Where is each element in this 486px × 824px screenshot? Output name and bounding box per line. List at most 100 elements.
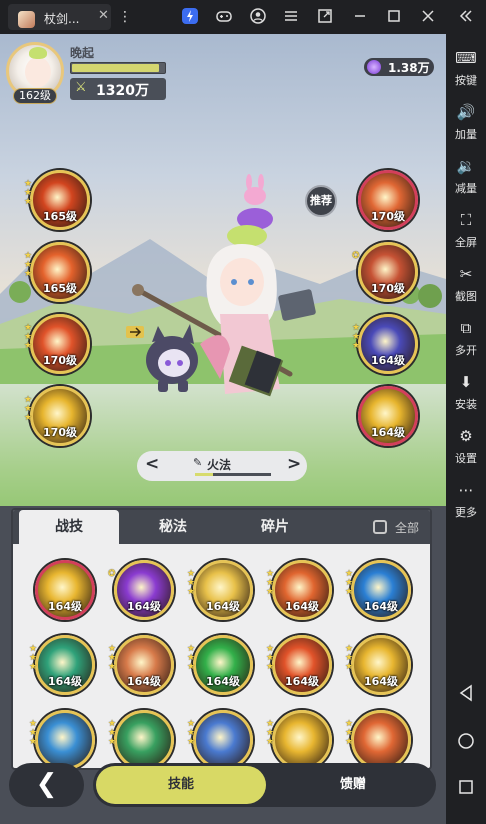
skill-card-2[interactable]: 164级 [114, 560, 174, 620]
star-rank-icon: ✪ [108, 569, 116, 579]
filter-all-checkbox[interactable] [373, 520, 387, 534]
tab-fragments[interactable]: 碎片 [225, 510, 325, 544]
skill-card-15[interactable] [351, 710, 411, 768]
bolt-icon[interactable] [180, 7, 200, 27]
star-rank-icon: ★ ★ ★ [24, 179, 33, 207]
sidebar-volume-down[interactable]: 🔉 减量 [446, 154, 486, 204]
sidebar-apk-install[interactable]: ⬇ 安装 [446, 370, 486, 420]
game-screen: 162级 晚起 ⚔ 1320万 1.38万 165级 ★ ★ ★ 165级 ★ ★ ★… [0, 34, 446, 824]
star-rank-icon: ✪ [352, 251, 360, 261]
star-rank-icon: ★ ★ ★ [266, 644, 275, 672]
skill-level-label: 165级 [43, 282, 77, 295]
back-button[interactable]: ❮ [9, 763, 84, 807]
player-level-badge: 162级 [13, 88, 57, 104]
skill-level-label: 164级 [364, 600, 398, 613]
combat-power-value: 1320万 [96, 83, 149, 99]
user-icon[interactable] [248, 7, 268, 27]
skill-level-label: 164级 [206, 675, 240, 688]
skill-card-9[interactable]: 164级 [272, 635, 332, 695]
skill-card-4[interactable]: 164级 [272, 560, 332, 620]
skill-panel: 战技 秘法 碎片 全部 164级 164级 ✪ 164级 ★ ★ ★ 164级 ★ ★ ★ 1… [11, 508, 432, 770]
sidebar-label: 设置 [455, 452, 477, 465]
sidebar-more[interactable]: ⋯ 更多 [446, 478, 486, 528]
equipped-right-slot-3[interactable]: 164级 [358, 314, 418, 374]
star-rank-icon: ★ ★ ★ [187, 644, 196, 672]
equipped-right-slot-4[interactable]: 164级 [358, 386, 418, 446]
school-prev-button[interactable]: < [145, 454, 159, 474]
more-icon: ⋯ [458, 481, 474, 499]
sidebar-volume-up[interactable]: 🔊 加量 [446, 100, 486, 150]
equipped-left-slot-3[interactable]: 170级 [30, 314, 90, 374]
skill-level-label: 164级 [364, 675, 398, 688]
keyboard-icon: ⌨ [455, 49, 477, 67]
gem-icon [367, 60, 381, 74]
equipped-right-slot-2[interactable]: 170级 [358, 242, 418, 302]
school-page-active [195, 473, 213, 476]
window-share-icon[interactable] [315, 7, 335, 27]
maximize-icon[interactable] [384, 7, 404, 27]
fullscreen-icon: ⛶ [460, 211, 472, 229]
sidebar-label: 更多 [455, 506, 477, 519]
skill-card-5[interactable]: 164级 [351, 560, 411, 620]
tab-close-icon[interactable]: ✕ [98, 8, 109, 23]
exp-bar-fill [72, 64, 159, 72]
apk-install-icon: ⬇ [459, 373, 473, 391]
currency-value: 1.38万 [388, 61, 430, 75]
tab-secret-arts[interactable]: 秘法 [123, 510, 223, 544]
combat-power-box: ⚔ 1320万 [70, 78, 166, 100]
skill-level-label: 170级 [43, 354, 77, 367]
skill-card-6[interactable]: 164级 [35, 635, 95, 695]
recents-nav-icon[interactable] [446, 779, 486, 799]
equipped-left-slot-2[interactable]: 165级 [30, 242, 90, 302]
skill-card-7[interactable]: 164级 [114, 635, 174, 695]
panel-tab-bar: 战技 秘法 碎片 全部 [13, 510, 430, 544]
sidebar-scissors[interactable]: ✂ 截图 [446, 262, 486, 312]
bottom-tab-bar: 技能 馈赠 [93, 763, 436, 807]
skill-level-label: 164级 [285, 675, 319, 688]
emulator-sidebar: ⌨ 按键 🔊 加量 🔉 减量 ⛶ 全屏 ✂ 截图 ⧉ 多开 ⬇ 安装 ⚙ 设置 ⋯ 更多 [446, 34, 486, 824]
skill-card-14[interactable] [272, 710, 332, 768]
pet-character [126, 324, 198, 392]
avatar-face [25, 57, 51, 87]
close-icon[interactable] [418, 7, 438, 27]
skill-card-11[interactable] [35, 710, 95, 768]
equipped-left-slot-4[interactable]: 170级 [30, 386, 90, 446]
gift-tab-button[interactable]: 馈赠 [273, 766, 433, 804]
sidebar-label: 安装 [455, 398, 477, 411]
tab-combat-skills[interactable]: 战技 [19, 510, 119, 544]
skill-level-label: 164级 [371, 354, 405, 367]
skill-level-label: 170级 [43, 426, 77, 439]
gamepad-icon[interactable] [214, 7, 234, 27]
skill-level-label: 164级 [48, 600, 82, 613]
skill-level-label: 164级 [285, 600, 319, 613]
school-next-button[interactable]: > [287, 454, 301, 474]
skill-level-label: 164级 [371, 426, 405, 439]
currency-counter[interactable]: 1.38万 [364, 58, 434, 76]
equipped-left-slot-1[interactable]: 165级 [30, 170, 90, 230]
sidebar-keyboard[interactable]: ⌨ 按键 [446, 46, 486, 96]
collapse-icon[interactable] [456, 7, 476, 27]
skill-card-12[interactable] [114, 710, 174, 768]
skill-card-8[interactable]: 164级 [193, 635, 253, 695]
hamburger-icon[interactable] [281, 7, 301, 27]
skill-tab-button[interactable]: 技能 [96, 766, 266, 804]
app-tab[interactable]: 杖剑... ✕ [8, 4, 111, 30]
back-nav-icon[interactable] [446, 684, 486, 706]
sidebar-multi-instance[interactable]: ⧉ 多开 [446, 316, 486, 366]
star-rank-icon: ★ ★ ★ [29, 719, 38, 747]
pencil-icon: ✎ [193, 456, 203, 469]
sidebar-settings[interactable]: ⚙ 设置 [446, 424, 486, 474]
skill-card-3[interactable]: 164级 [193, 560, 253, 620]
star-rank-icon: ★ ★ ★ [24, 323, 33, 351]
skill-card-10[interactable]: 164级 [351, 635, 411, 695]
skill-card-13[interactable] [193, 710, 253, 768]
star-rank-icon: ★ ★ ★ [345, 569, 354, 597]
sidebar-fullscreen[interactable]: ⛶ 全屏 [446, 208, 486, 258]
minimize-icon[interactable] [350, 7, 370, 27]
menu-dots-icon[interactable]: ⋮ [115, 7, 135, 27]
player-name: 晚起 [70, 46, 95, 60]
equipped-right-slot-1[interactable]: 170级 [358, 170, 418, 230]
home-nav-icon[interactable] [446, 732, 486, 754]
skill-level-label: 170级 [371, 210, 405, 223]
skill-card-1[interactable]: 164级 [35, 560, 95, 620]
